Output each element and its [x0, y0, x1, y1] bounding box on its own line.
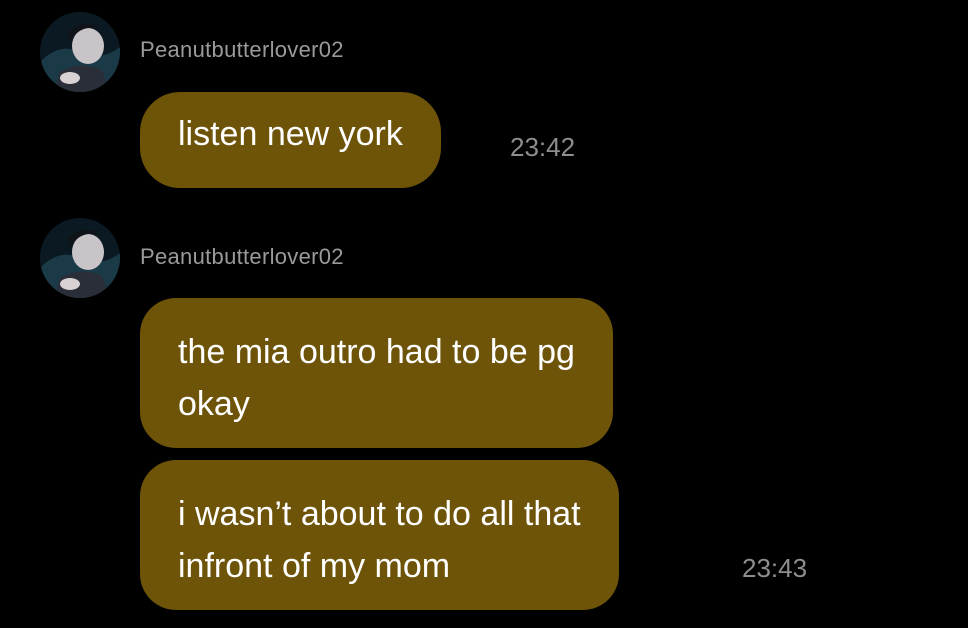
message-text-line: listen new york: [178, 115, 403, 153]
message-bubble[interactable]: listen new york: [140, 92, 441, 188]
message-text-line: i wasn’t about to do all that: [178, 495, 581, 533]
message-text-line: infront of my mom: [178, 547, 451, 585]
avatar[interactable]: [40, 12, 120, 92]
message-text-line: okay: [178, 385, 250, 423]
message-text-line: the mia outro had to be pg: [178, 333, 575, 371]
profile-photo-avatar-icon: [40, 12, 120, 92]
sender-username[interactable]: Peanutbutterlover02: [140, 244, 344, 270]
message-bubble[interactable]: i wasn’t about to do all that infront of…: [140, 460, 619, 610]
profile-photo-avatar-icon: [40, 218, 120, 298]
message-timestamp: 23:43: [742, 553, 808, 583]
message-bubble[interactable]: the mia outro had to be pg okay: [140, 298, 613, 448]
message-timestamp: 23:42: [510, 132, 576, 162]
sender-username[interactable]: Peanutbutterlover02: [140, 37, 344, 63]
avatar[interactable]: [40, 218, 120, 298]
